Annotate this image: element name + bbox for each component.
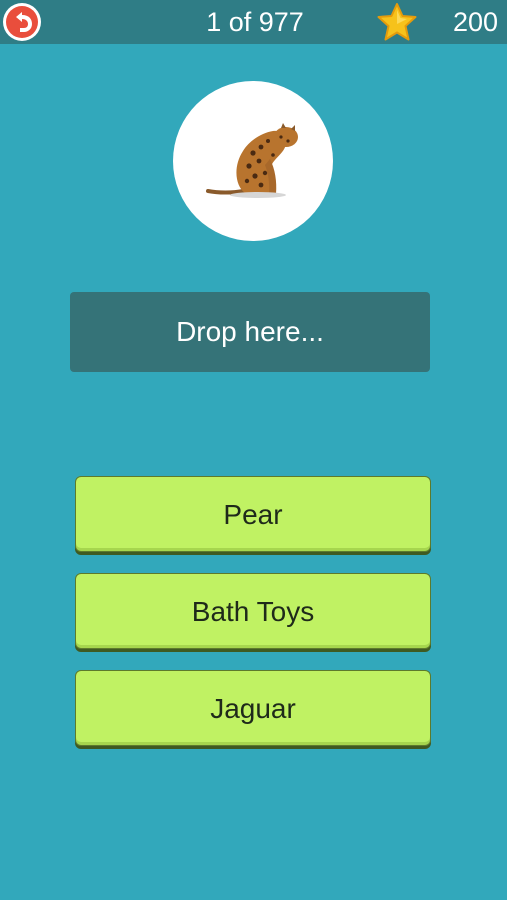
undo-arrow-icon: [16, 12, 32, 32]
question-image: [173, 81, 333, 241]
score-value: 200: [452, 7, 498, 37]
answer-button-bath-toys[interactable]: Bath Toys: [75, 573, 431, 649]
drop-zone[interactable]: Drop here...: [70, 292, 430, 372]
star-icon: [377, 3, 417, 41]
top-bar: 1 of 977 200: [0, 0, 507, 44]
answer-button-pear[interactable]: Pear: [75, 476, 431, 552]
back-button[interactable]: [3, 3, 41, 41]
answer-button-jaguar[interactable]: Jaguar: [75, 670, 431, 746]
jaguar-image: [206, 123, 298, 198]
question-counter: 1 of 977: [206, 7, 304, 37]
